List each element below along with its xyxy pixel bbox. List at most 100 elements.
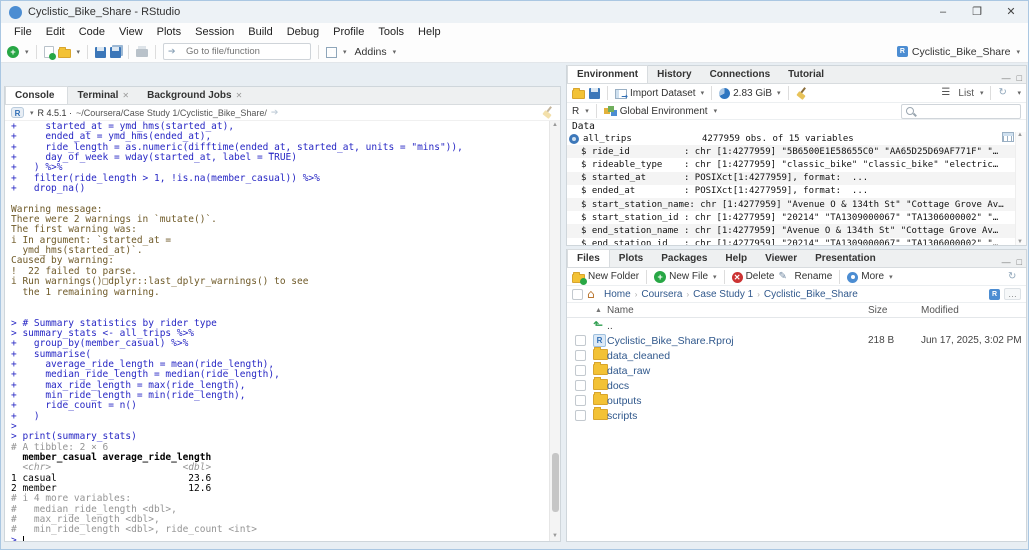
menu-item[interactable]: Debug	[280, 23, 326, 41]
addins-menu[interactable]: Addins	[355, 46, 387, 58]
save-all-icon[interactable]	[110, 47, 121, 58]
refresh-environment-icon[interactable]	[998, 87, 1011, 99]
console-tab[interactable]: Background Jobs ✕	[138, 87, 251, 104]
home-icon[interactable]	[587, 288, 600, 300]
files-tab[interactable]: Files	[567, 249, 610, 267]
delete-button[interactable]: Delete	[732, 271, 775, 283]
minimize-button[interactable]: –	[926, 1, 960, 23]
environment-scrollbar[interactable]: ▲ ▼	[1015, 132, 1026, 245]
scroll-up-icon[interactable]: ▲	[550, 121, 560, 130]
files-tab[interactable]: Presentation	[806, 250, 885, 267]
environment-maximize-icon[interactable]: □	[1017, 73, 1022, 83]
menu-item[interactable]: Session	[188, 23, 241, 41]
files-tab[interactable]: Viewer	[756, 250, 806, 267]
breadcrumb-case-study[interactable]: Case Study 1	[693, 289, 753, 300]
file-checkbox[interactable]	[575, 410, 586, 421]
refresh-files-icon[interactable]	[1008, 271, 1021, 283]
tab-close-icon[interactable]: ✕	[236, 87, 243, 104]
file-row[interactable]: scripts	[567, 408, 1026, 423]
r-version-icon[interactable]	[11, 107, 24, 118]
console-tab[interactable]: Console	[5, 86, 68, 104]
file-name[interactable]: docs	[607, 380, 629, 392]
new-file-caret-icon[interactable]: ▾	[25, 48, 29, 56]
console-scrollbar[interactable]: ▲ ▼	[549, 121, 560, 541]
new-file-button[interactable]: New File ▾	[654, 271, 716, 283]
column-name[interactable]: Name	[607, 305, 634, 316]
column-modified[interactable]: Modified	[921, 305, 959, 316]
scroll-down-icon[interactable]: ▼	[1017, 239, 1023, 245]
open-file-caret-icon[interactable]: ▾	[77, 48, 81, 56]
file-row[interactable]: data_raw	[567, 363, 1026, 378]
rename-button[interactable]: Rename	[778, 271, 832, 283]
environment-tab[interactable]: Connections	[701, 66, 780, 83]
file-row[interactable]: docs	[567, 378, 1026, 393]
scrollbar-thumb[interactable]	[552, 453, 559, 512]
language-selector[interactable]: R	[572, 106, 579, 117]
print-icon[interactable]	[136, 49, 148, 57]
file-name[interactable]: outputs	[607, 395, 641, 407]
view-table-icon[interactable]	[1002, 132, 1014, 142]
file-name[interactable]: ..	[607, 320, 613, 332]
file-checkbox[interactable]	[575, 350, 586, 361]
load-workspace-icon[interactable]	[572, 90, 585, 99]
restore-button[interactable]: ❐	[960, 1, 994, 23]
file-row[interactable]: ..	[567, 318, 1026, 333]
environment-tab[interactable]: Environment	[567, 65, 648, 83]
file-checkbox[interactable]	[575, 335, 586, 346]
workspace-grid-icon[interactable]	[326, 47, 337, 58]
workspace-caret-icon[interactable]: ▾	[343, 48, 347, 56]
menu-item[interactable]: File	[7, 23, 39, 41]
breadcrumb-coursera[interactable]: Coursera	[641, 289, 682, 300]
file-name[interactable]: Cyclistic_Bike_Share.Rproj	[607, 335, 734, 347]
environment-scope-selector[interactable]: Global Environment	[620, 106, 708, 117]
environment-search-box[interactable]	[901, 104, 1021, 119]
close-button[interactable]: ✕	[994, 1, 1028, 23]
memory-usage-button[interactable]: 2.83 GiB ▾	[719, 87, 780, 99]
console-output[interactable]: + started_at = ymd_hms(started_at),+ end…	[5, 121, 560, 541]
new-project-icon[interactable]	[44, 46, 54, 58]
menu-item[interactable]: Build	[241, 23, 279, 41]
more-options-icon[interactable]: …	[1004, 288, 1021, 300]
expand-object-icon[interactable]	[569, 134, 579, 144]
file-row[interactable]: data_cleaned	[567, 348, 1026, 363]
environment-object-row[interactable]: all_trips 4277959 obs. of 15 variables	[567, 132, 1016, 145]
environment-tab[interactable]: History	[648, 66, 700, 83]
more-button[interactable]: More ▾	[847, 271, 892, 283]
menu-item[interactable]: Help	[411, 23, 448, 41]
file-checkbox[interactable]	[575, 395, 586, 406]
project-folder-icon[interactable]	[989, 289, 1000, 300]
console-tab[interactable]: Terminal ✕	[68, 87, 138, 104]
menu-item[interactable]: Edit	[39, 23, 72, 41]
list-view-icon[interactable]	[941, 87, 954, 99]
goto-file-function-box[interactable]	[163, 43, 311, 60]
clear-console-icon[interactable]	[542, 106, 554, 118]
menu-item[interactable]: Code	[72, 23, 112, 41]
environment-minimize-icon[interactable]: —	[1002, 73, 1011, 83]
new-file-icon[interactable]	[7, 46, 19, 58]
file-checkbox[interactable]	[575, 380, 586, 391]
new-folder-button[interactable]: New Folder	[572, 271, 639, 283]
file-row[interactable]: Cyclistic_Bike_Share.Rproj 218 B Jun 17,…	[567, 333, 1026, 348]
open-file-icon[interactable]	[58, 49, 71, 58]
file-name[interactable]: data_cleaned	[607, 350, 670, 362]
menu-item[interactable]: Profile	[326, 23, 371, 41]
sort-asc-icon[interactable]: ▲	[595, 307, 602, 314]
console-prompt-line[interactable]: >	[11, 536, 560, 541]
clear-environment-icon[interactable]	[796, 87, 808, 99]
breadcrumb-home[interactable]: Home	[604, 289, 631, 300]
goto-file-function-input[interactable]	[184, 45, 306, 58]
import-dataset-button[interactable]: Import Dataset ▾	[615, 88, 704, 99]
menu-item[interactable]: View	[112, 23, 150, 41]
select-all-checkbox[interactable]	[572, 289, 583, 300]
r-version-caret-icon[interactable]: ▾	[30, 109, 34, 117]
save-workspace-icon[interactable]	[589, 88, 600, 99]
files-minimize-icon[interactable]: —	[1002, 257, 1011, 267]
file-checkbox[interactable]	[575, 365, 586, 376]
files-maximize-icon[interactable]: □	[1017, 257, 1022, 267]
column-size[interactable]: Size	[868, 305, 887, 316]
menu-item[interactable]: Plots	[150, 23, 188, 41]
addins-caret-icon[interactable]: ▾	[393, 48, 397, 56]
file-name[interactable]: data_raw	[607, 365, 650, 377]
goto-directory-icon[interactable]	[271, 107, 284, 119]
breadcrumb-project[interactable]: Cyclistic_Bike_Share	[764, 289, 858, 300]
